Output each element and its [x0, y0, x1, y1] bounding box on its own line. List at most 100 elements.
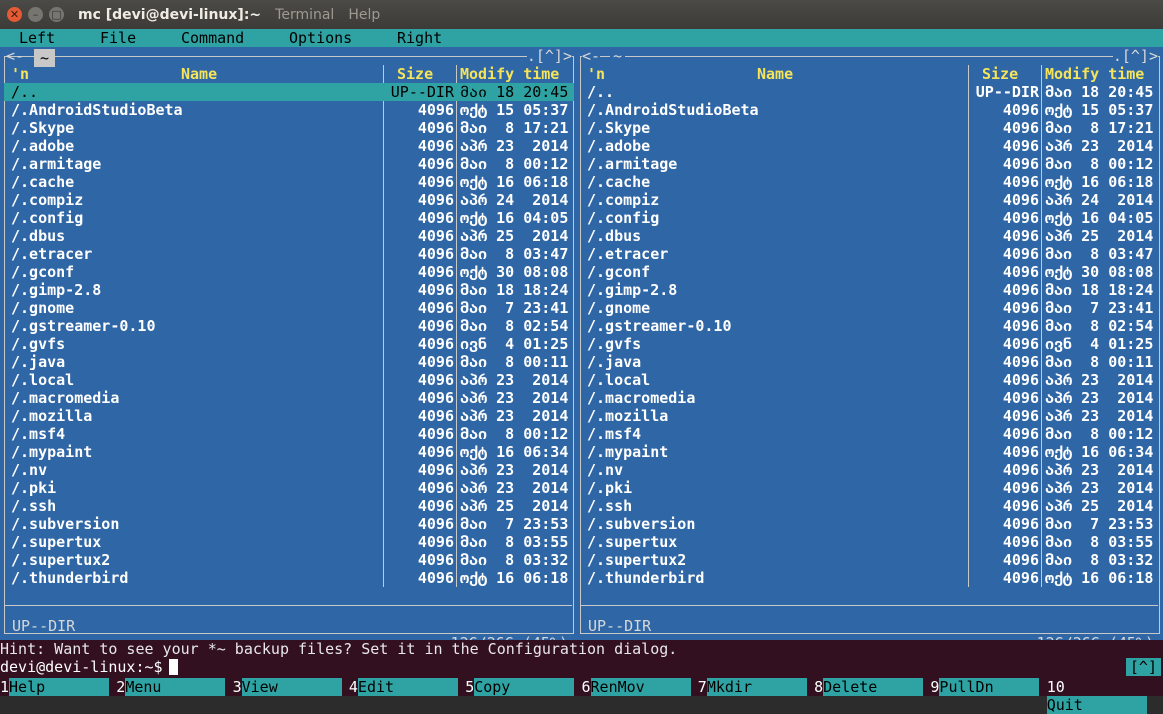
right-file-row[interactable]: /.gnome 4096 მაი 7 23:41	[580, 299, 1160, 317]
left-file-row[interactable]: /.dbus 4096 აპრ 25 2014	[4, 227, 574, 245]
left-file-row[interactable]: /.adobe 4096 აპრ 23 2014	[4, 137, 574, 155]
left-file-row[interactable]: /.gconf 4096 ოქტ 30 08:08	[4, 263, 574, 281]
fkey-9[interactable]: 9PullDn	[930, 678, 1040, 696]
left-sort-indicator[interactable]: 'n	[11, 65, 29, 83]
mc-menu-options[interactable]: Options	[289, 29, 352, 47]
mc-menu-left[interactable]: Left	[19, 29, 55, 47]
left-file-row[interactable]: /.subversion 4096 მაი 7 23:53	[4, 515, 574, 533]
right-file-row[interactable]: /.mypaint 4096 ოქტ 16 06:34	[580, 443, 1160, 461]
left-file-row[interactable]: /.etracer 4096 მაი 8 03:47	[4, 245, 574, 263]
menu-help[interactable]: Help	[348, 7, 380, 23]
left-panel-history-arrow[interactable]: <-	[6, 47, 24, 65]
right-file-row[interactable]: /.gimp-2.8 4096 მაი 18 18:24	[580, 281, 1160, 299]
left-file-row[interactable]: /.macromedia 4096 აპრ 23 2014	[4, 389, 574, 407]
left-file-row[interactable]: /.. UP--DIR მაი 18 20:45	[4, 83, 574, 101]
left-panel-toggle[interactable]: .[^]>	[526, 47, 572, 65]
right-file-row[interactable]: /.gvfs 4096 ივნ 4 01:25	[580, 335, 1160, 353]
file-mtime: მაი 8 02:54	[1045, 317, 1154, 335]
right-file-row[interactable]: /.macromedia 4096 აპრ 23 2014	[580, 389, 1160, 407]
left-file-row[interactable]: /.cache 4096 ოქტ 16 06:18	[4, 173, 574, 191]
left-file-row[interactable]: /.gimp-2.8 4096 მაი 18 18:24	[4, 281, 574, 299]
right-file-row[interactable]: /.. UP--DIR მაი 18 20:45	[580, 83, 1160, 101]
left-file-row[interactable]: /.supertux2 4096 მაი 8 03:32	[4, 551, 574, 569]
left-file-row[interactable]: /.pki 4096 აპრ 23 2014	[4, 479, 574, 497]
right-file-row[interactable]: /.etracer 4096 მაი 8 03:47	[580, 245, 1160, 263]
right-file-list[interactable]: /.. UP--DIR მაი 18 20:45/.AndroidStudioBet…	[580, 83, 1160, 587]
left-file-row[interactable]: /.gvfs 4096 ივნ 4 01:25	[4, 335, 574, 353]
left-header-modify[interactable]: Modify time	[460, 65, 559, 83]
left-file-row[interactable]: /.mypaint 4096 ოქტ 16 06:34	[4, 443, 574, 461]
left-file-row[interactable]: /.ssh 4096 აპრ 25 2014	[4, 497, 574, 515]
fkey-5[interactable]: 5Copy	[465, 678, 575, 696]
left-file-row[interactable]: /.compiz 4096 აპრ 24 2014	[4, 191, 574, 209]
mc-menu-file[interactable]: File	[100, 29, 136, 47]
left-header-name[interactable]: Name	[181, 65, 217, 83]
terminal[interactable]: Left File Command Options Right ~ <- .[^…	[0, 29, 1163, 714]
right-file-row[interactable]: /.config 4096 ოქტ 16 04:05	[580, 209, 1160, 227]
fkey-6[interactable]: 6RenMov	[582, 678, 691, 696]
left-file-row[interactable]: /.config 4096 ოქტ 16 04:05	[4, 209, 574, 227]
fkey-10[interactable]: 10Quit	[1046, 678, 1163, 714]
right-file-row[interactable]: /.Skype 4096 მაი 8 17:21	[580, 119, 1160, 137]
right-file-row[interactable]: /.supertux 4096 მაი 8 03:55	[580, 533, 1160, 551]
left-file-list[interactable]: /.. UP--DIR მაი 18 20:45/.AndroidStudioBet…	[4, 83, 574, 587]
right-file-row[interactable]: /.supertux2 4096 მაი 8 03:32	[580, 551, 1160, 569]
right-panel-toggle[interactable]: .[^]>	[1112, 47, 1158, 65]
left-file-row[interactable]: /.armitage 4096 მაი 8 00:12	[4, 155, 574, 173]
left-panel-path[interactable]: ~	[34, 49, 56, 67]
left-file-row[interactable]: /.nv 4096 აპრ 23 2014	[4, 461, 574, 479]
prompt-text: devi@devi-linux:~$	[0, 658, 163, 676]
right-header-size[interactable]: Size	[982, 65, 1018, 83]
left-file-row[interactable]: /.local 4096 აპრ 23 2014	[4, 371, 574, 389]
right-file-row[interactable]: /.AndroidStudioBeta 4096 ოქტ 15 05:37	[580, 101, 1160, 119]
right-file-row[interactable]: /.mozilla 4096 აპრ 23 2014	[580, 407, 1160, 425]
right-file-row[interactable]: /.subversion 4096 მაი 7 23:53	[580, 515, 1160, 533]
fkey-8[interactable]: 8Delete	[814, 678, 924, 696]
left-file-row[interactable]: /.thunderbird 4096 ოქტ 16 06:18	[4, 569, 574, 587]
left-file-row[interactable]: /.Skype 4096 მაი 8 17:21	[4, 119, 574, 137]
left-file-row[interactable]: /.java 4096 მაი 8 00:11	[4, 353, 574, 371]
minimize-window-icon[interactable]: –	[28, 7, 43, 22]
command-prompt[interactable]: devi@devi-linux:~$ [^]	[0, 658, 1163, 676]
fkey-2[interactable]: 2Menu	[116, 678, 226, 696]
right-file-row[interactable]: /.compiz 4096 აპრ 24 2014	[580, 191, 1160, 209]
right-file-row[interactable]: /.java 4096 მაი 8 00:11	[580, 353, 1160, 371]
prompt-panel-button[interactable]: [^]	[1125, 658, 1161, 676]
fkey-3[interactable]: 3View	[233, 678, 342, 696]
left-file-row[interactable]: /.msf4 4096 მაი 8 00:12	[4, 425, 574, 443]
mc-menu-command[interactable]: Command	[181, 29, 244, 47]
maximize-window-icon[interactable]: □	[49, 7, 64, 22]
right-file-row[interactable]: /.nv 4096 აპრ 23 2014	[580, 461, 1160, 479]
right-file-row[interactable]: /.adobe 4096 აპრ 23 2014	[580, 137, 1160, 155]
right-file-row[interactable]: /.thunderbird 4096 ოქტ 16 06:18	[580, 569, 1160, 587]
left-file-row[interactable]: /.gstreamer-0.10 4096 მაი 8 02:54	[4, 317, 574, 335]
right-file-row[interactable]: /.pki 4096 აპრ 23 2014	[580, 479, 1160, 497]
right-panel-path[interactable]: ~	[610, 47, 626, 65]
right-file-row[interactable]: /.local 4096 აპრ 23 2014	[580, 371, 1160, 389]
right-panel[interactable]: <- ~ .[^]> 'n Name Size Modify time /.. U…	[580, 47, 1160, 651]
right-file-row[interactable]: /.gstreamer-0.10 4096 მაი 8 02:54	[580, 317, 1160, 335]
right-file-row[interactable]: /.dbus 4096 აპრ 25 2014	[580, 227, 1160, 245]
left-file-row[interactable]: /.mozilla 4096 აპრ 23 2014	[4, 407, 574, 425]
fkey-number: 3	[232, 678, 242, 696]
right-file-row[interactable]: /.ssh 4096 აპრ 25 2014	[580, 497, 1160, 515]
right-header-name[interactable]: Name	[757, 65, 793, 83]
right-file-row[interactable]: /.cache 4096 ოქტ 16 06:18	[580, 173, 1160, 191]
right-file-row[interactable]: /.msf4 4096 მაი 8 00:12	[580, 425, 1160, 443]
left-header-size[interactable]: Size	[397, 65, 433, 83]
fkey-1[interactable]: 1Help	[0, 678, 110, 696]
left-panel[interactable]: ~ <- .[^]> 'n Name Size Modify time /.. U…	[4, 47, 574, 651]
right-panel-history-arrow[interactable]: <-	[582, 47, 601, 65]
menu-terminal[interactable]: Terminal	[275, 7, 334, 23]
fkey-7[interactable]: 7Mkdir	[698, 678, 807, 696]
left-file-row[interactable]: /.gnome 4096 მაი 7 23:41	[4, 299, 574, 317]
fkey-4[interactable]: 4Edit	[349, 678, 458, 696]
close-window-icon[interactable]: ✕	[7, 7, 22, 22]
left-file-row[interactable]: /.AndroidStudioBeta 4096 ოქტ 15 05:37	[4, 101, 574, 119]
right-file-row[interactable]: /.gconf 4096 ოქტ 30 08:08	[580, 263, 1160, 281]
right-sort-indicator[interactable]: 'n	[587, 65, 605, 83]
right-header-modify[interactable]: Modify time	[1045, 65, 1144, 83]
left-file-row[interactable]: /.supertux 4096 მაი 8 03:55	[4, 533, 574, 551]
right-file-row[interactable]: /.armitage 4096 მაი 8 00:12	[580, 155, 1160, 173]
mc-menu-right[interactable]: Right	[397, 29, 442, 47]
